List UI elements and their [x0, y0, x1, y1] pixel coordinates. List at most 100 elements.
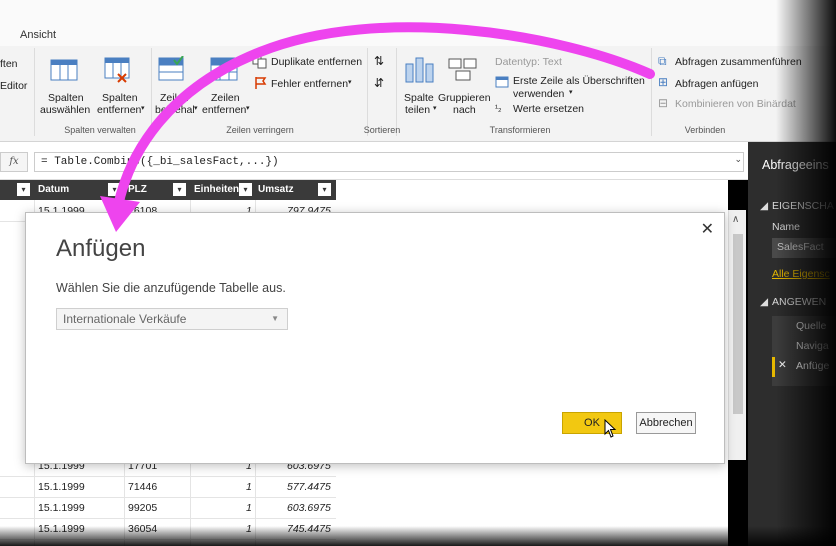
spalte-teilen-label-1: Spalte — [404, 92, 434, 104]
ribbon-separator — [151, 48, 152, 136]
dialog-prompt: Wählen Sie die anzufügende Tabelle aus. — [56, 281, 286, 295]
applied-steps-heading: ANGEWEN — [772, 296, 827, 308]
ribbon-separator — [34, 48, 35, 136]
chevron-down-icon[interactable]: ⌄ — [734, 154, 742, 165]
group-label-verbinden: Verbinden — [684, 125, 726, 135]
group-by-icon — [448, 58, 477, 81]
filter-dropdown-icon[interactable]: ▾ — [108, 183, 121, 196]
collapse-icon[interactable]: ◢ — [760, 296, 768, 308]
replace-values-icon: ¹₂ — [495, 103, 502, 113]
group-label-zeilen-verringern: Zeilen verringern — [226, 125, 294, 135]
fehler-label: Fehler entfernen — [271, 78, 349, 90]
table-row[interactable]: 15.1.1999 36054 1 745.4475 — [0, 519, 336, 540]
ribbon-cut-label-2[interactable]: Editor — [0, 80, 27, 92]
kombinieren-label: Kombinieren von Binärdat — [675, 98, 796, 110]
chevron-down-icon: ▼ — [271, 314, 279, 323]
zeilen-beibehalten-label-1: Zeilen — [160, 92, 189, 104]
filter-dropdown-icon[interactable]: ▾ — [17, 183, 30, 196]
keep-rows-icon — [158, 56, 184, 81]
cell-datum: 15.1.1999 — [38, 502, 85, 514]
column-header-umsatz[interactable]: Umsatz — [258, 180, 294, 200]
scroll-thumb[interactable] — [733, 234, 743, 414]
ribbon-separator — [651, 48, 652, 136]
close-icon[interactable]: ✕ — [701, 219, 714, 239]
cell-einheiten: 1 — [246, 481, 252, 493]
sort-descending-icon[interactable]: ⇵ — [374, 76, 384, 90]
ribbon-tab-bar: Ansicht — [0, 0, 836, 46]
werte-ersetzen-label: Werte ersetzen — [513, 103, 585, 115]
cell-plz: 36054 — [128, 523, 158, 535]
abfragen-anfuegen-label: Abfragen anfügen — [675, 78, 759, 90]
cell-umsatz: 577.4475 — [287, 481, 331, 493]
chevron-down-icon: ▾ — [141, 105, 145, 112]
remove-rows-icon — [210, 57, 238, 81]
header-row-icon — [495, 76, 509, 88]
duplicates-icon — [252, 54, 267, 69]
collapse-icon[interactable]: ◢ — [760, 200, 768, 212]
cell-datum: 15.1.1999 — [38, 481, 85, 493]
cell-plz: 71446 — [128, 481, 158, 493]
table-row[interactable]: 15.1.1999 99205 1 603.6975 — [0, 498, 336, 519]
column-header-plz[interactable]: PLZ — [128, 180, 147, 200]
group-label-sortieren: Sortieren — [363, 125, 401, 135]
step-item[interactable]: Quelle — [796, 320, 826, 332]
properties-heading: EIGENSCHA — [772, 200, 834, 212]
columns-icon — [50, 59, 78, 81]
query-name-input[interactable]: SalesFact — [772, 238, 836, 258]
all-properties-link[interactable]: Alle Eigensc — [772, 268, 830, 280]
error-flag-icon — [255, 77, 267, 89]
cell-plz: 99205 — [128, 502, 158, 514]
table-select-value: Internationale Verkäufe — [63, 312, 187, 326]
group-label-spalten-verwalten: Spalten verwalten — [64, 125, 136, 135]
cell-umsatz: 745.4475 — [287, 523, 331, 535]
ribbon-cut-label-1[interactable]: ften — [0, 58, 18, 70]
filter-dropdown-icon[interactable]: ▾ — [239, 183, 252, 196]
table-row[interactable]: 15.1.1999 71446 1 577.4475 — [0, 477, 336, 498]
split-column-icon — [405, 57, 434, 83]
fx-icon[interactable]: fx — [0, 152, 28, 172]
spalten-entfernen-label-1: Spalten — [102, 92, 138, 104]
sort-ascending-icon[interactable]: ⇅ — [374, 54, 384, 68]
remove-columns-icon — [104, 57, 130, 83]
table-select[interactable]: Internationale Verkäufe ▼ — [56, 308, 288, 330]
cell-einheiten: 1 — [246, 502, 252, 514]
spalten-auswaehlen-label-2: auswählen — [40, 104, 91, 116]
zeilen-entfernen-label-1: Zeilen — [211, 92, 240, 104]
gruppieren-label-1: Gruppieren — [438, 92, 491, 104]
cell-einheiten: 1 — [246, 523, 252, 535]
spalten-entfernen-label-2: entfernen — [97, 104, 142, 116]
chevron-down-icon: ▾ — [194, 105, 198, 112]
step-item-active[interactable]: Anfüge — [796, 360, 829, 372]
group-label-transformieren: Transformieren — [489, 125, 551, 135]
grid-header: ▾ Datum ▾ PLZ ▾ Einheiten ▾ Umsatz ▾ — [0, 180, 336, 200]
chevron-down-icon: ▾ — [569, 89, 573, 96]
formula-input[interactable]: = Table.Combine({_bi_salesFact,...}) — [34, 152, 744, 172]
delete-step-icon[interactable]: ✕ — [778, 359, 787, 371]
chevron-down-icon: ▾ — [433, 105, 437, 112]
cell-umsatz: 603.6975 — [287, 502, 331, 514]
zeilen-beibehalten-label-2: beibehal — [155, 104, 195, 116]
merge-queries-icon: ⧉ — [658, 54, 667, 68]
cell-datum: 15.1.1999 — [38, 523, 85, 535]
ribbon: Ansicht ften Editor Spalten auswählen Sp… — [0, 0, 836, 142]
filter-dropdown-icon[interactable]: ▾ — [173, 183, 186, 196]
active-step-indicator — [772, 357, 775, 377]
scroll-up-icon[interactable]: ∧ — [732, 214, 739, 225]
dialog-title: Anfügen — [56, 235, 146, 262]
column-header-einheiten[interactable]: Einheiten — [194, 180, 239, 200]
ribbon-separator — [396, 48, 397, 136]
spalte-teilen-label-2: teilen — [405, 104, 431, 116]
datentyp-dropdown[interactable]: Datentyp: Text — [495, 56, 562, 68]
tab-ansicht[interactable]: Ansicht — [20, 29, 56, 41]
column-header-datum[interactable]: Datum — [38, 180, 69, 200]
filter-dropdown-icon[interactable]: ▾ — [318, 183, 331, 196]
erste-zeile-label-1: Erste Zeile als Überschriften — [513, 75, 645, 87]
duplikate-label: Duplikate entfernen — [271, 56, 363, 68]
append-queries-icon: ⊞ — [658, 75, 669, 89]
query-settings-panel: Abfrageeins ◢ EIGENSCHA Name SalesFact A… — [748, 142, 836, 546]
zeilen-entfernen-label-2: entfernen — [202, 104, 247, 116]
step-item[interactable]: Naviga — [796, 340, 829, 352]
cancel-button[interactable]: Abbrechen — [636, 412, 696, 434]
abfragen-zusammen-label: Abfragen zusammenführen — [675, 56, 802, 68]
vertical-scrollbar[interactable]: ∧ — [728, 210, 746, 460]
